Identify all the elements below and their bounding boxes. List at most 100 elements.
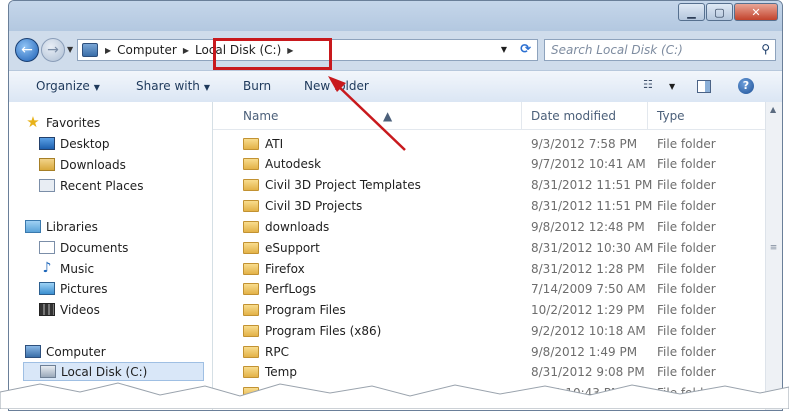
file-name: Program Files <box>265 303 346 317</box>
table-row[interactable]: ATI 9/3/2012 7:58 PM File folder <box>213 134 766 154</box>
table-row[interactable]: Temp 8/31/2012 9:08 PM File folder <box>213 362 766 382</box>
recent-pages-dropdown-icon[interactable]: ▼ <box>67 45 73 54</box>
organize-button[interactable]: Organize ▼ <box>36 79 100 93</box>
search-input[interactable] <box>545 40 747 60</box>
back-button[interactable]: ← <box>15 38 39 62</box>
nav-item-recent-places[interactable]: Recent Places <box>39 176 212 195</box>
title-bar[interactable]: ▁ ▢ ✕ <box>9 1 782 31</box>
nav-item-computer[interactable]: Computer <box>25 342 212 361</box>
libraries-icon <box>25 220 41 233</box>
nav-item-favorites[interactable]: ★ Favorites <box>25 113 212 132</box>
file-date: 8/31/2012 11:51 PM <box>531 199 653 213</box>
file-type: File folder <box>657 241 716 255</box>
file-name: ATI <box>265 137 284 151</box>
folder-icon <box>243 263 259 275</box>
column-type[interactable]: Type <box>657 109 685 123</box>
folder-icon <box>243 200 259 212</box>
nav-item-music[interactable]: ♪ Music <box>39 259 212 278</box>
table-row[interactable]: downloads 9/8/2012 12:48 PM File folder <box>213 217 766 237</box>
computer-icon <box>82 43 98 57</box>
table-row[interactable]: Program Files (x86) 9/2/2012 10:18 AM File… <box>213 321 766 341</box>
chevron-down-icon[interactable]: ▼ <box>669 82 675 91</box>
nav-item-local-disk[interactable]: Local Disk (C:) <box>23 362 204 381</box>
nav-item-pictures[interactable]: Pictures <box>39 279 212 298</box>
computer-icon <box>25 345 41 358</box>
explorer-window: ▁ ▢ ✕ ← → ▼ ▶ Computer ▶ Local Disk (C:)… <box>8 0 783 411</box>
chevron-right-icon[interactable]: ▶ <box>102 46 114 55</box>
navigation-pane: ★ Favorites Desktop Downloads Recent Plac… <box>9 102 213 410</box>
table-row[interactable]: Civil 3D Project Templates 8/31/2012 11:5… <box>213 175 766 195</box>
scroll-thumb-grip-icon[interactable]: ≡ <box>769 242 778 254</box>
folder-icon <box>243 221 259 233</box>
file-date: 9/3/2012 7:58 PM <box>531 137 638 151</box>
nav-label: Music <box>60 261 95 276</box>
file-date: 9/7/2012 10:41 AM <box>531 157 646 171</box>
nav-item-downloads[interactable]: Downloads <box>39 155 212 174</box>
column-name[interactable]: Name <box>243 109 278 123</box>
file-type: File folder <box>657 220 716 234</box>
refresh-icon[interactable]: ⟳ <box>520 42 531 57</box>
address-highlight-box <box>213 38 332 70</box>
table-row[interactable]: Firefox 8/31/2012 1:28 PM File folder <box>213 259 766 279</box>
table-row[interactable]: eSupport 8/31/2012 10:30 AM File folder <box>213 238 766 258</box>
scroll-up-arrow-icon[interactable]: ▲ <box>770 105 776 114</box>
change-view-icon[interactable]: ☷ <box>643 78 653 91</box>
table-row[interactable]: Autodesk 9/7/2012 10:41 AM File folder <box>213 154 766 174</box>
column-header: Name ▲ Date modified Type <box>213 102 766 130</box>
chevron-right-icon[interactable]: ▶ <box>180 46 192 55</box>
file-type: File folder <box>657 386 716 400</box>
close-button[interactable]: ✕ <box>734 3 778 21</box>
nav-item-documents[interactable]: Documents <box>39 238 212 257</box>
chevron-down-icon: ▼ <box>203 83 211 92</box>
address-dropdown-icon[interactable]: ▼ <box>501 45 507 54</box>
table-row[interactable]: PerfLogs 7/14/2009 7:50 AM File folder <box>213 279 766 299</box>
file-type: File folder <box>657 178 716 192</box>
nav-label: Downloads <box>60 157 126 172</box>
share-with-button[interactable]: Share with ▼ <box>136 79 210 93</box>
file-type: File folder <box>657 365 716 379</box>
file-date: 7/14/2009 7:50 AM <box>531 282 646 296</box>
file-name: Firefox <box>265 262 305 276</box>
preview-pane-icon[interactable] <box>697 80 711 93</box>
command-bar: Organize ▼ Share with ▼ Burn New folder ☷ … <box>9 70 782 103</box>
file-date: 8/31/2012 10:30 AM <box>531 241 654 255</box>
folder-icon <box>243 366 259 378</box>
folder-icon <box>243 179 259 191</box>
table-row[interactable]: Program Files 10/2/2012 1:29 PM File folde… <box>213 300 766 320</box>
folder-icon <box>243 242 259 254</box>
file-date: 9/8/2012 1:49 PM <box>531 345 638 359</box>
file-type: File folder <box>657 324 716 338</box>
help-icon[interactable]: ? <box>738 78 754 94</box>
nav-label: Recent Places <box>60 178 144 193</box>
column-date-modified[interactable]: Date modified <box>531 109 616 123</box>
table-row[interactable]: Civil 3D Projects 8/31/2012 11:51 PM File … <box>213 196 766 216</box>
file-type: File folder <box>657 137 716 151</box>
file-date: 8/31/2012 11:51 PM <box>531 178 653 192</box>
vertical-scrollbar[interactable]: ▲ ≡ <box>765 102 782 410</box>
search-box[interactable]: ⚲ <box>544 39 776 61</box>
drive-icon <box>40 365 56 378</box>
column-divider[interactable] <box>647 102 648 129</box>
maximize-button[interactable]: ▢ <box>706 3 733 21</box>
column-divider[interactable] <box>521 102 522 129</box>
table-row[interactable]: User 2012 10:43 PM File folder <box>213 383 766 403</box>
address-row: ← → ▼ ▶ Computer ▶ Local Disk (C:) ▶ ▼ ⟳… <box>9 35 782 65</box>
file-name: PerfLogs <box>265 282 317 296</box>
file-name: eSupport <box>265 241 320 255</box>
file-name: Temp <box>265 365 297 379</box>
new-folder-button[interactable]: New folder <box>304 79 369 93</box>
nav-item-desktop[interactable]: Desktop <box>39 134 212 153</box>
folder-icon <box>243 158 259 170</box>
nav-item-videos[interactable]: Videos <box>39 300 212 319</box>
forward-button[interactable]: → <box>41 38 65 62</box>
breadcrumb-computer[interactable]: Computer <box>114 40 180 60</box>
file-name: Program Files (x86) <box>265 324 382 338</box>
sort-ascending-icon: ▲ <box>383 109 393 123</box>
minimize-button[interactable]: ▁ <box>678 3 705 21</box>
search-icon[interactable]: ⚲ <box>761 42 770 56</box>
table-row[interactable]: RPC 9/8/2012 1:49 PM File folder <box>213 342 766 362</box>
folder-icon <box>243 304 259 316</box>
file-type: File folder <box>657 345 716 359</box>
nav-item-libraries[interactable]: Libraries <box>25 217 212 236</box>
burn-button[interactable]: Burn <box>243 79 271 93</box>
